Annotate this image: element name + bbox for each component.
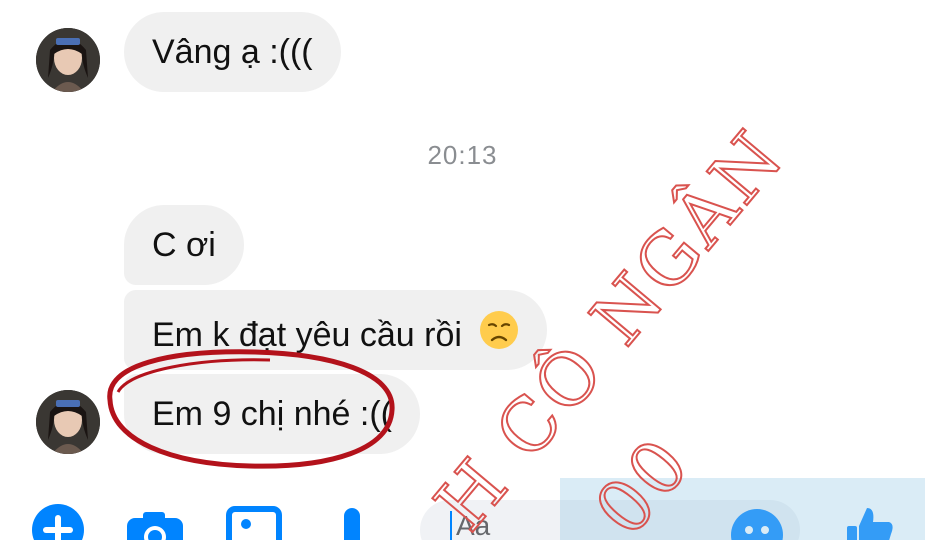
text-cursor [450,511,452,540]
message-bubble[interactable]: Em 9 chị nhé :(( [124,374,420,454]
contact-avatar[interactable] [36,390,100,454]
camera-icon[interactable] [125,510,185,540]
message-bubble[interactable]: Em k đạt yêu cầu rồi [124,290,548,370]
message-text: Vâng ạ :((( [152,33,313,71]
microphone-icon[interactable] [334,506,370,540]
message-bubble[interactable]: C ơi [124,205,244,285]
chat-screen: Vâng ạ :((( 20:13 C ơi Em k đạt yêu cầu … [0,0,925,540]
input-placeholder: Aa [456,510,491,540]
message-text: Em k đạt yêu cầu rồi [152,316,462,354]
image-icon[interactable] [226,506,282,540]
disappointed-face-icon [479,310,519,359]
message-text: Em 9 chị nhé :(( [152,395,392,433]
contact-avatar[interactable] [36,28,100,92]
message-text: C ơi [152,226,216,264]
message-bubble[interactable]: Vâng ạ :((( [124,12,341,92]
message-timestamp: 20:13 [427,140,498,170]
watermark-wash [560,478,925,540]
plus-icon[interactable] [30,502,86,540]
